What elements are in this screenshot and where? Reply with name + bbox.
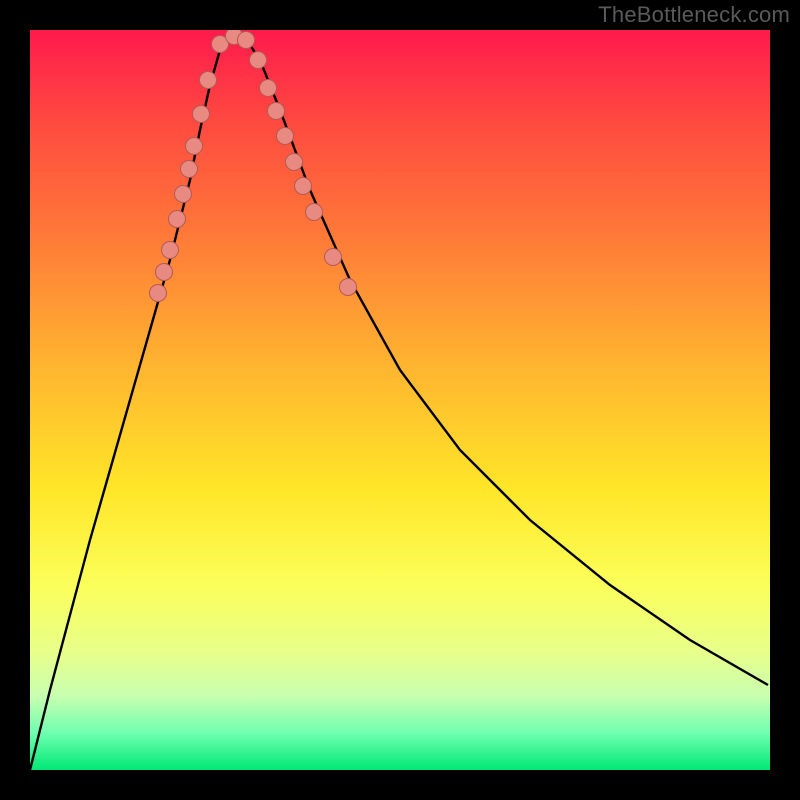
chart-frame: TheBottleneck.com	[0, 0, 800, 800]
data-dot	[175, 186, 192, 203]
watermark-text: TheBottleneck.com	[598, 2, 790, 28]
plot-area	[30, 30, 770, 770]
curve-svg	[30, 30, 770, 770]
data-dot	[162, 242, 179, 259]
bottleneck-curve	[30, 35, 768, 770]
data-dot	[306, 204, 323, 221]
data-dot	[186, 138, 203, 155]
data-dot	[169, 211, 186, 228]
data-dot	[260, 80, 277, 97]
data-dot	[250, 52, 267, 69]
data-dot	[150, 285, 167, 302]
curve-dots	[150, 30, 357, 302]
data-dot	[268, 103, 285, 120]
data-dot	[238, 32, 255, 49]
data-dot	[181, 161, 198, 178]
data-dot	[156, 264, 173, 281]
data-dot	[200, 72, 217, 89]
data-dot	[325, 249, 342, 266]
data-dot	[193, 106, 210, 123]
data-dot	[340, 279, 357, 296]
data-dot	[286, 154, 303, 171]
data-dot	[295, 178, 312, 195]
data-dot	[277, 128, 294, 145]
